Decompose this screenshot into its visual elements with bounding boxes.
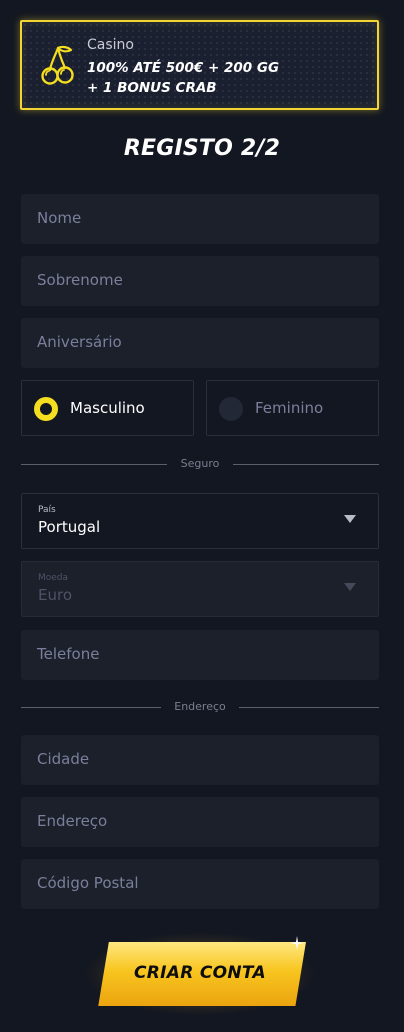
- birthday-input[interactable]: Aniversário: [21, 318, 379, 368]
- country-select[interactable]: País Portugal: [21, 493, 379, 549]
- promo-category: Casino: [87, 37, 134, 53]
- gender-option-female[interactable]: Feminino: [206, 380, 379, 436]
- cherries-icon: [41, 45, 74, 85]
- radio-selected-icon[interactable]: [34, 397, 58, 421]
- gender-male-label: Masculino: [70, 399, 145, 417]
- chevron-down-icon: [344, 583, 356, 591]
- first-name-placeholder: Nome: [37, 209, 82, 227]
- phone-input[interactable]: Telefone: [21, 630, 379, 680]
- gender-female-label: Feminino: [255, 399, 324, 417]
- last-name-placeholder: Sobrenome: [37, 271, 123, 289]
- address-input[interactable]: Endereço: [21, 797, 379, 847]
- radio-unselected-icon[interactable]: [219, 397, 243, 421]
- promo-offer-line-2: + 1 BONUS CRAB: [87, 80, 217, 96]
- address-placeholder: Endereço: [37, 812, 108, 830]
- chevron-down-icon[interactable]: [344, 515, 356, 523]
- divider-line-right: [239, 707, 379, 708]
- country-select-label: País: [38, 505, 56, 515]
- country-select-value: Portugal: [38, 518, 101, 536]
- divider-line-right: [233, 464, 379, 465]
- postal-code-input[interactable]: Código Postal: [21, 859, 379, 909]
- currency-select-label: Moeda: [38, 573, 69, 583]
- address-divider: Endereço: [21, 700, 379, 714]
- create-account-button[interactable]: CRIAR CONTA: [84, 932, 316, 1016]
- city-placeholder: Cidade: [37, 750, 90, 768]
- postal-code-placeholder: Código Postal: [37, 874, 139, 892]
- phone-placeholder: Telefone: [37, 645, 100, 663]
- currency-select: Moeda Euro: [21, 561, 379, 617]
- first-name-input[interactable]: Nome: [21, 194, 379, 244]
- last-name-input[interactable]: Sobrenome: [21, 256, 379, 306]
- create-account-label: CRIAR CONTA: [134, 963, 266, 983]
- city-input[interactable]: Cidade: [21, 735, 379, 785]
- currency-select-value: Euro: [38, 586, 72, 604]
- security-divider: Seguro: [21, 457, 379, 471]
- promo-offer-line-1: 100% ATÉ 500€ + 200 GG: [87, 60, 280, 76]
- sparkle-icon: [290, 936, 304, 950]
- page-title: REGISTO 2/2: [123, 136, 281, 161]
- birthday-placeholder: Aniversário: [37, 333, 122, 351]
- promo-banner[interactable]: Casino 100% ATÉ 500€ + 200 GG + 1 BONUS …: [20, 20, 379, 110]
- gender-option-male[interactable]: Masculino: [21, 380, 194, 436]
